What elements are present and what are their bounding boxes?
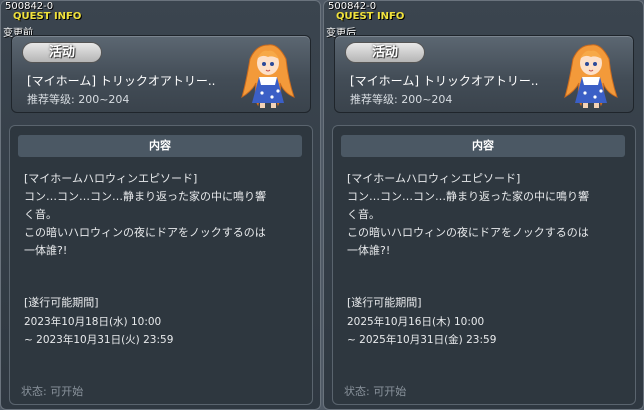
event-badge: 活动 — [345, 42, 425, 63]
period-end: ~ 2023年10月31日(火) 23:59 — [24, 334, 174, 346]
content-box: 内容 [マイホームハロウィンエピソード] コン…コン…コン…静まり返った家の中に… — [9, 125, 313, 405]
description-line: この暗いハロウィンの夜にドアをノックするのは — [24, 226, 266, 239]
quest-info-title: QUEST INFO — [13, 11, 82, 22]
period-end: ~ 2025年10月31日(金) 23:59 — [347, 334, 497, 346]
quest-name: [マイホーム] トリックオアトリー.. — [350, 74, 539, 88]
recommended-level: 推荐等级: 200~204 — [350, 93, 453, 106]
description-line: 一体誰?! — [24, 244, 68, 257]
description-line: [マイホームハロウィンエピソード] — [24, 172, 198, 185]
npc-avatar-icon — [564, 44, 618, 108]
description-line: く音。 — [24, 208, 57, 221]
period-label: [遂行可能期間] — [24, 296, 99, 309]
period-start: 2023年10月18日(水) 10:00 — [24, 316, 162, 328]
recommended-level: 推荐等级: 200~204 — [27, 93, 130, 106]
quest-info-title: QUEST INFO — [336, 11, 405, 22]
quest-status: 状态: 可开始 — [21, 385, 84, 398]
quest-panel-after: 500842-0 QUEST INFO 变更后 活动 [マイホーム] トリックオ… — [323, 0, 644, 410]
content-title: 内容 — [18, 135, 302, 157]
event-badge: 活动 — [22, 42, 102, 63]
description-line: [マイホームハロウィンエピソード] — [347, 172, 521, 185]
description-line: この暗いハロウィンの夜にドアをノックするのは — [347, 226, 589, 239]
quest-header: 活动 [マイホーム] トリックオアトリー.. 推荐等级: 200~204 — [334, 35, 634, 113]
quest-description: [マイホームハロウィンエピソード] コン…コン…コン…静まり返った家の中に鳴り響… — [347, 170, 629, 260]
description-line: コン…コン…コン…静まり返った家の中に鳴り響 — [24, 190, 266, 203]
quest-header: 活动 [マイホーム] トリックオアトリー.. 推荐等级: 200~204 — [11, 35, 311, 113]
period-label: [遂行可能期間] — [347, 296, 422, 309]
quest-name: [マイホーム] トリックオアトリー.. — [27, 74, 216, 88]
description-line: 一体誰?! — [347, 244, 391, 257]
quest-status: 状态: 可开始 — [344, 385, 407, 398]
period-start: 2025年10月16日(木) 10:00 — [347, 316, 485, 328]
quest-description: [マイホームハロウィンエピソード] コン…コン…コン…静まり返った家の中に鳴り響… — [24, 170, 306, 260]
quest-panel-before: 500842-0 QUEST INFO 变更前 活动 [マイホーム] トリックオ… — [0, 0, 321, 410]
description-line: く音。 — [347, 208, 380, 221]
content-box: 内容 [マイホームハロウィンエピソード] コン…コン…コン…静まり返った家の中に… — [332, 125, 636, 405]
content-title: 内容 — [341, 135, 625, 157]
npc-avatar-icon — [241, 44, 295, 108]
description-line: コン…コン…コン…静まり返った家の中に鳴り響 — [347, 190, 589, 203]
